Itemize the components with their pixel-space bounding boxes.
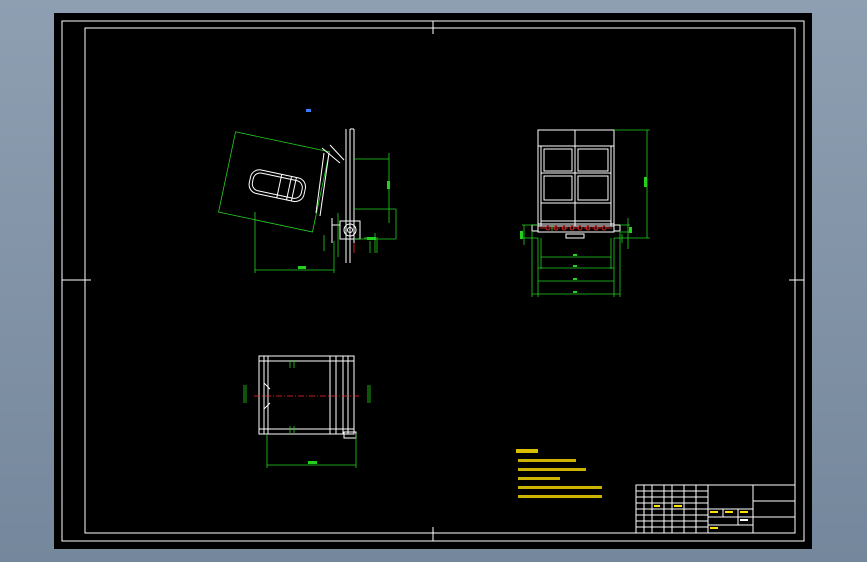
inner-border bbox=[84, 27, 796, 534]
front-view bbox=[520, 129, 650, 297]
title-block bbox=[635, 484, 796, 534]
top-view-dimensions bbox=[243, 360, 371, 468]
drawing-frame bbox=[61, 20, 805, 542]
top-view bbox=[243, 355, 371, 468]
outer-border bbox=[61, 20, 805, 542]
tilted-basket-outline bbox=[218, 131, 330, 233]
cad-drawing-canvas[interactable] bbox=[54, 13, 812, 549]
front-view-dimensions bbox=[520, 129, 650, 297]
view-label-marker bbox=[306, 109, 311, 112]
side-view bbox=[218, 128, 397, 273]
technical-notes bbox=[516, 449, 602, 498]
